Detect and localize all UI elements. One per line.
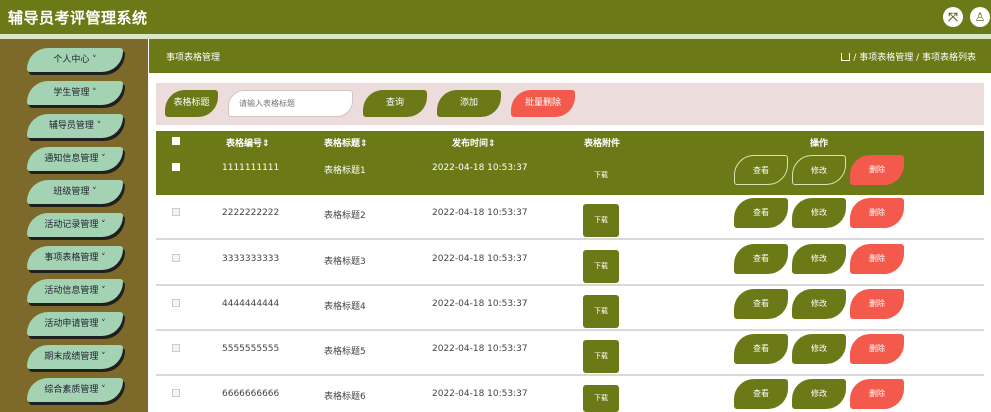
cell-time: 2022-04-18 10:53:37 [432, 254, 528, 264]
edit-button[interactable]: 修改 [792, 379, 846, 409]
page-title: 事项表格管理 [166, 53, 221, 63]
table-row: 2222222222 表格标题2 2022-04-18 10:53:37 下载 … [156, 196, 984, 240]
download-button[interactable]: 下载 [583, 340, 619, 373]
cell-id: 5555555555 [222, 344, 280, 354]
delete-button[interactable]: 删除 [850, 244, 904, 274]
edit-button[interactable]: 修改 [792, 244, 846, 274]
row-checkbox[interactable] [172, 389, 180, 397]
column-header-title[interactable]: 表格标题⇕ [324, 136, 368, 149]
cell-time: 2022-04-18 10:53:37 [432, 344, 528, 354]
breadcrumb: / 事项表格管理 / 事项表格列表 [841, 50, 976, 63]
cell-title: 表格标题5 [324, 347, 366, 357]
column-header-actions: 操作 [810, 139, 829, 149]
user-icon[interactable]: ♙ [970, 7, 990, 27]
table-row: 5555555555 表格标题5 2022-04-18 10:53:37 下载 … [156, 332, 984, 376]
view-button[interactable]: 查看 [734, 289, 788, 319]
sidebar-item-activity-records[interactable]: 活动记录管理 ˅ [27, 213, 123, 237]
cell-title: 表格标题6 [324, 392, 366, 402]
download-button[interactable]: 下载 [583, 295, 619, 328]
sidebar-item-personal-center[interactable]: 个人中心 ˅ [27, 48, 123, 72]
sidebar-item-notices[interactable]: 通知信息管理 ˅ [27, 147, 123, 171]
cell-id: 4444444444 [222, 299, 280, 309]
delete-button[interactable]: 删除 [850, 155, 904, 185]
sidebar-item-activity-info[interactable]: 活动信息管理 ˅ [27, 279, 123, 303]
sidebar-item-overall-quality[interactable]: 综合素质管理 ˅ [27, 378, 123, 402]
cell-id: 3333333333 [222, 254, 280, 264]
add-button[interactable]: 添加 [437, 90, 501, 117]
query-button[interactable]: 查询 [363, 90, 427, 117]
view-button[interactable]: 查看 [734, 334, 788, 364]
delete-button[interactable]: 删除 [850, 289, 904, 319]
view-button[interactable]: 查看 [734, 155, 788, 185]
delete-button[interactable]: 删除 [850, 379, 904, 409]
view-button[interactable]: 查看 [734, 198, 788, 228]
edit-button[interactable]: 修改 [792, 198, 846, 228]
home-icon[interactable] [841, 53, 851, 61]
sidebar-item-activity-applications[interactable]: 活动申请管理 ˅ [27, 312, 123, 336]
edit-button[interactable]: 修改 [792, 155, 846, 185]
row-checkbox[interactable] [172, 299, 180, 307]
column-header-id[interactable]: 表格编号⇕ [226, 136, 270, 149]
row-checkbox[interactable] [172, 344, 180, 352]
view-button[interactable]: 查看 [734, 244, 788, 274]
edit-button[interactable]: 修改 [792, 334, 846, 364]
table-row: 6666666666 表格标题6 2022-04-18 10:53:37 下载 … [156, 377, 984, 412]
download-button[interactable]: 下载 [583, 250, 619, 283]
edit-button[interactable]: 修改 [792, 289, 846, 319]
column-header-attachment: 表格附件 [584, 139, 621, 149]
sidebar-item-counselors[interactable]: 辅导员管理 ˅ [27, 114, 123, 138]
cell-title: 表格标题3 [324, 257, 366, 267]
row-checkbox[interactable] [172, 254, 180, 262]
view-button[interactable]: 查看 [734, 379, 788, 409]
delete-button[interactable]: 删除 [850, 334, 904, 364]
row-checkbox[interactable] [172, 208, 180, 216]
table-row: 1111111111 表格标题1 2022-04-18 10:53:37 下载 … [156, 151, 984, 195]
table-row: 3333333333 表格标题3 2022-04-18 10:53:37 下载 … [156, 242, 984, 286]
table-header: 表格编号⇕ 表格标题⇕ 发布时间⇕ 表格附件 操作 [156, 131, 984, 151]
select-all-checkbox[interactable] [172, 137, 180, 145]
breadcrumb-text[interactable]: / 事项表格管理 / 事项表格列表 [853, 53, 976, 63]
search-label: 表格标题 [165, 90, 218, 117]
cell-time: 2022-04-18 10:53:37 [432, 299, 528, 309]
bulk-delete-button[interactable]: 批量删除 [511, 90, 575, 117]
cell-id: 2222222222 [222, 208, 280, 218]
fullscreen-icon[interactable]: ⤧ [943, 7, 963, 27]
cell-title: 表格标题4 [324, 302, 366, 312]
search-input[interactable] [228, 90, 353, 117]
top-bar: 辅导员考评管理系统 ⤧ ♙ [0, 0, 991, 34]
cell-id: 1111111111 [222, 163, 280, 173]
cell-time: 2022-04-18 10:53:37 [432, 163, 528, 173]
sidebar-item-forms[interactable]: 事项表格管理 ˅ [27, 246, 123, 270]
cell-time: 2022-04-18 10:53:37 [432, 389, 528, 399]
row-checkbox[interactable] [172, 163, 180, 171]
sidebar: 个人中心 ˅ 学生管理 ˅ 辅导员管理 ˅ 通知信息管理 ˅ 班级管理 ˅ 活动… [0, 39, 148, 412]
delete-button[interactable]: 删除 [850, 198, 904, 228]
cell-time: 2022-04-18 10:53:37 [432, 208, 528, 218]
column-header-time[interactable]: 发布时间⇕ [452, 136, 496, 149]
download-button[interactable]: 下载 [583, 159, 619, 192]
cell-title: 表格标题1 [324, 166, 366, 176]
page-header: 事项表格管理 / 事项表格管理 / 事项表格列表 [149, 39, 991, 73]
sidebar-item-classes[interactable]: 班级管理 ˅ [27, 180, 123, 204]
download-button[interactable]: 下载 [583, 204, 619, 237]
sidebar-item-students[interactable]: 学生管理 ˅ [27, 81, 123, 105]
download-button[interactable]: 下载 [583, 385, 619, 412]
cell-id: 6666666666 [222, 389, 280, 399]
cell-title: 表格标题2 [324, 211, 366, 221]
table-row: 4444444444 表格标题4 2022-04-18 10:53:37 下载 … [156, 287, 984, 331]
sidebar-item-final-grades[interactable]: 期末成绩管理 ˅ [27, 345, 123, 369]
app-title: 辅导员考评管理系统 [8, 9, 148, 27]
search-panel: 表格标题 查询 添加 批量删除 [156, 83, 984, 125]
